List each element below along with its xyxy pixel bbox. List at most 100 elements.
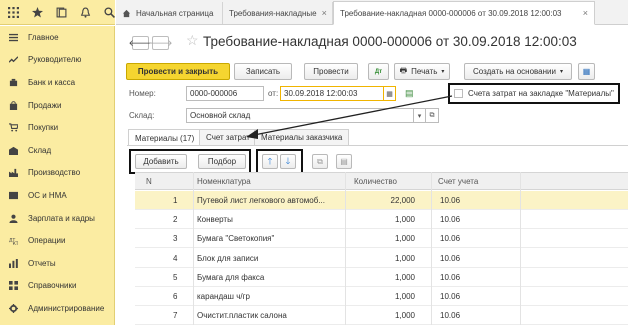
sidebar-item-label: Администрирование bbox=[28, 303, 105, 313]
favorites-star-icon[interactable] bbox=[32, 6, 43, 18]
cell-name: Конверты bbox=[197, 215, 233, 225]
sidebar-item-label: Продажи bbox=[28, 100, 62, 110]
back-button[interactable]: 🡐 bbox=[128, 36, 153, 50]
cell-qty: 1,000 bbox=[394, 272, 415, 282]
cell-n: 6 bbox=[173, 292, 178, 301]
home-icon bbox=[122, 9, 131, 17]
cell-account: 10.06 bbox=[440, 234, 461, 244]
chevron-down-icon: ▾ bbox=[441, 69, 445, 75]
tab-active-document[interactable]: Требование-накладная 0000-000006 от 30.0… bbox=[333, 1, 595, 25]
cell-account: 10.06 bbox=[440, 253, 461, 263]
sidebar-item-7[interactable]: ОС и НМА bbox=[0, 184, 114, 207]
sidebar-item-label: Производство bbox=[28, 168, 81, 178]
tab-materials[interactable]: Материалы (17) bbox=[128, 129, 202, 146]
print-label: Печать bbox=[411, 67, 438, 76]
sidebar-item-9[interactable]: ДТ КТ Операции bbox=[0, 229, 114, 252]
cost-accounts-checkbox-label: Счета затрат на закладке "Материалы" bbox=[468, 89, 614, 98]
sidebar: Главное Руководителю Банк и касса Продажи По… bbox=[0, 26, 115, 325]
gear-icon bbox=[9, 303, 18, 313]
cell-name: карандаш ч/гр bbox=[197, 292, 250, 301]
search-icon[interactable] bbox=[104, 6, 115, 18]
sidebar-item-11[interactable]: Справочники bbox=[0, 275, 114, 298]
column-divider bbox=[431, 172, 432, 325]
copy-button[interactable]: ⧉ bbox=[312, 154, 328, 169]
cell-n: 4 bbox=[173, 253, 178, 263]
sidebar-item-4[interactable]: Покупки bbox=[0, 116, 114, 139]
table-row[interactable]: 6 карандаш ч/гр 1,000 10.06 bbox=[135, 287, 628, 306]
notifications-bell-icon[interactable] bbox=[80, 7, 91, 18]
save-button[interactable]: Записать bbox=[234, 63, 292, 80]
sidebar-item-1[interactable]: Руководителю bbox=[0, 49, 114, 72]
number-label: Номер: bbox=[129, 89, 156, 98]
sidebar-item-10[interactable]: Отчеты bbox=[0, 252, 114, 275]
table-row[interactable]: 5 Бумага для факса 1,000 10.06 bbox=[135, 268, 628, 287]
post-button[interactable]: Провести bbox=[304, 63, 358, 80]
column-divider bbox=[193, 172, 194, 325]
sidebar-item-8[interactable]: Зарплата и кадры bbox=[0, 207, 114, 230]
paste-icon: ▤ bbox=[340, 157, 348, 166]
copy-icon: ⧉ bbox=[317, 156, 323, 166]
cell-qty: 1,000 bbox=[394, 234, 415, 244]
sidebar-item-label: Склад bbox=[28, 145, 52, 155]
table-row[interactable]: 3 Бумага "Светокопия" 1,000 10.06 bbox=[135, 229, 628, 249]
tab-divider bbox=[127, 145, 628, 146]
column-header-quantity[interactable]: Количество bbox=[354, 177, 397, 186]
tab-requisitions-label: Требования-накладные bbox=[229, 8, 317, 18]
tab-requisitions[interactable]: Требования-накладные × bbox=[223, 2, 333, 24]
history-icon[interactable] bbox=[56, 7, 67, 18]
select-button[interactable]: Подбор bbox=[198, 154, 246, 169]
column-header-account[interactable]: Счет учета bbox=[438, 177, 478, 186]
bag-icon bbox=[9, 100, 18, 110]
column-header-n[interactable]: N bbox=[146, 177, 152, 186]
add-button[interactable]: Добавить bbox=[135, 154, 187, 169]
sidebar-item-5[interactable]: Склад bbox=[0, 139, 114, 162]
cell-account: 10.06 bbox=[440, 311, 461, 321]
sidebar-item-12[interactable]: Администрирование bbox=[0, 297, 114, 320]
top-icon-bar bbox=[0, 0, 115, 25]
tab-home[interactable]: Начальная страница bbox=[116, 2, 223, 24]
sidebar-item-0[interactable]: Главное bbox=[0, 26, 114, 49]
cell-qty: 1,000 bbox=[394, 215, 415, 225]
table-row[interactable]: 1 Путевой лист легкового автомоб... 22,000… bbox=[135, 191, 628, 210]
svg-text:КТ: КТ bbox=[13, 241, 18, 245]
dt-kt-button[interactable]: Дт bbox=[368, 63, 389, 80]
structure-icon: ▦ bbox=[582, 67, 591, 76]
cart-icon bbox=[9, 123, 18, 132]
table-row[interactable]: 7 Очистит.пластик салона 1,000 10.06 bbox=[135, 306, 628, 325]
arrow-up-icon: 🡑 bbox=[267, 155, 273, 166]
apps-grid-icon[interactable] bbox=[8, 6, 19, 18]
sidebar-item-label: Справочники bbox=[28, 281, 77, 291]
cell-name: Бумага "Светокопия" bbox=[197, 234, 275, 244]
close-icon[interactable]: × bbox=[322, 8, 327, 18]
bank-icon bbox=[9, 78, 18, 87]
cell-account: 10.06 bbox=[440, 272, 461, 282]
forward-button[interactable]: 🡒 bbox=[148, 36, 173, 50]
cell-n: 7 bbox=[173, 311, 178, 321]
table-row[interactable]: 2 Конверты 1,000 10.06 bbox=[135, 210, 628, 230]
cell-qty: 1,000 bbox=[394, 311, 415, 321]
sidebar-item-3[interactable]: Продажи bbox=[0, 94, 114, 117]
close-icon[interactable]: × bbox=[583, 8, 588, 18]
cell-qty: 1,000 bbox=[394, 253, 415, 263]
sidebar-item-6[interactable]: Производство bbox=[0, 162, 114, 185]
print-button[interactable]: 🖶 Печать ▾ bbox=[394, 63, 450, 80]
operations-icon: ДТ КТ bbox=[9, 236, 18, 246]
sidebar-item-label: Главное bbox=[28, 32, 59, 42]
favorite-star-icon[interactable]: ☆ bbox=[186, 32, 199, 49]
trend-icon bbox=[9, 55, 18, 64]
window-tabs: Начальная страница Требования-накладные … bbox=[116, 0, 628, 25]
post-and-close-button[interactable]: Провести и закрыть bbox=[126, 63, 230, 80]
cost-accounts-checkbox[interactable] bbox=[454, 89, 463, 98]
create-based-on-button[interactable]: Создать на основании ▾ bbox=[464, 63, 572, 80]
move-up-button[interactable]: 🡑 bbox=[262, 154, 278, 169]
table-row[interactable]: 4 Блок для записи 1,000 10.06 bbox=[135, 249, 628, 268]
column-divider bbox=[345, 172, 346, 325]
move-down-button[interactable]: 🡓 bbox=[280, 154, 296, 169]
column-header-nomenclature[interactable]: Номенклатура bbox=[197, 177, 251, 186]
cell-qty: 1,000 bbox=[394, 292, 415, 301]
sidebar-item-2[interactable]: Банк и касса bbox=[0, 71, 114, 94]
paste-button[interactable]: ▤ bbox=[336, 154, 352, 169]
report-structure-button[interactable]: ▦ bbox=[578, 63, 595, 80]
warehouse-icon bbox=[9, 146, 18, 155]
table-header: N Номенклатура Количество Счет учета bbox=[135, 172, 628, 190]
